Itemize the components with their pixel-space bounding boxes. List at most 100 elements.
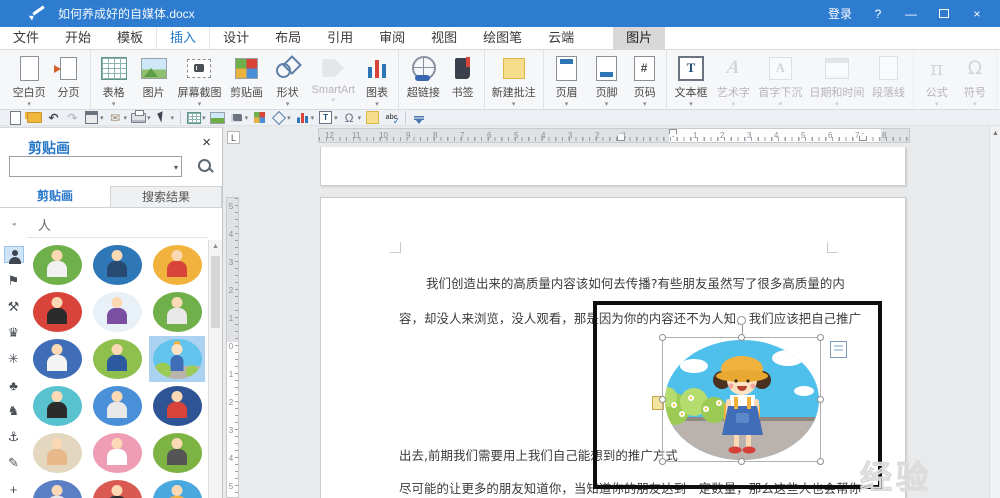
quickbar-item[interactable]: ▾: [295, 110, 315, 125]
rotation-handle[interactable]: [736, 316, 746, 325]
clipart-thumbnail-cell[interactable]: [149, 383, 205, 429]
clipart-thumbnail[interactable]: [32, 432, 82, 473]
quickbar-item[interactable]: ✉ ▾: [108, 110, 127, 125]
clipart-thumbnail-cell[interactable]: [29, 242, 85, 288]
clipart-thumbnail-cell[interactable]: [29, 430, 85, 476]
clipart-thumbnail[interactable]: [152, 244, 202, 285]
quickbar-item[interactable]: [365, 110, 380, 125]
menu-tab[interactable]: 设计: [210, 27, 262, 49]
clipart-search-box[interactable]: ▾: [9, 156, 182, 177]
tab-stop-selector[interactable]: L: [227, 131, 240, 144]
menu-tab[interactable]: 引用: [314, 27, 366, 49]
clipart-thumbnail[interactable]: [32, 291, 82, 332]
ribbon-button[interactable]: 艺术字 ▾: [712, 50, 754, 109]
clipart-thumbnail-cell[interactable]: [149, 242, 205, 288]
menu-tab[interactable]: 绘图笔: [470, 27, 535, 49]
menu-tab[interactable]: 布局: [262, 27, 314, 49]
clipart-category-icon[interactable]: ⚑: [4, 272, 24, 289]
clipart-thumbnail-cell[interactable]: [89, 383, 145, 429]
minimize-button[interactable]: —: [904, 7, 918, 21]
clipart-thumbnail-cell[interactable]: [89, 336, 145, 382]
document-text-line[interactable]: 容，却没人来浏览，没人观看，那是因为你的内容还不为人知，我们应该把自己推广: [399, 309, 861, 327]
resize-handle[interactable]: [817, 458, 824, 465]
ribbon-button[interactable]: SmartArt ▾: [308, 50, 359, 109]
quickbar-item[interactable]: [27, 110, 42, 125]
clipart-thumbnail-cell[interactable]: [149, 335, 205, 382]
menu-tab[interactable]: 插入: [156, 27, 211, 49]
panel-close-icon[interactable]: ×: [202, 135, 211, 151]
clipart-thumbnail-cell[interactable]: [29, 383, 85, 429]
clipart-thumbnail-cell[interactable]: [29, 336, 85, 382]
selected-image[interactable]: [659, 316, 847, 465]
help-button[interactable]: ?: [871, 7, 885, 21]
quickbar-item[interactable]: ▾: [131, 110, 151, 125]
clipart-search-input[interactable]: [12, 158, 167, 175]
clipart-thumbnail[interactable]: [32, 385, 82, 426]
clipart-thumbnail-cell[interactable]: [89, 289, 145, 335]
ribbon-button[interactable]: 符号 ▾: [957, 50, 998, 109]
ribbon-button[interactable]: 页脚 ▾: [587, 50, 627, 109]
ribbon-button[interactable]: 首字下沉 ▾: [754, 50, 806, 109]
quickbar-item[interactable]: [210, 110, 225, 125]
quickbar-item[interactable]: ↷: [65, 110, 80, 125]
panel-tab[interactable]: 剪贴画: [0, 186, 110, 207]
ribbon-button[interactable]: 表格 ▾: [94, 50, 134, 109]
ribbon-button[interactable]: 页眉 ▾: [547, 50, 587, 109]
document-text-line[interactable]: 尽可能的让更多的朋友知道你，当知道你的朋友达到一定数量，那么这些人也会帮你: [399, 479, 861, 497]
clipart-category-icon[interactable]: ✳: [4, 351, 24, 368]
ribbon-button[interactable]: 文本框 ▾: [670, 50, 712, 109]
ribbon-button[interactable]: 书签: [445, 50, 485, 109]
clipart-category-icon[interactable]: +: [4, 481, 24, 498]
search-dropdown-icon[interactable]: ▾: [174, 163, 178, 172]
quickbar-item[interactable]: Ω ▾: [342, 110, 362, 125]
clipart-thumbnail[interactable]: [152, 385, 202, 426]
panel-scrollbar[interactable]: ▲: [208, 240, 222, 498]
clipart-thumbnail-cell[interactable]: [89, 430, 145, 476]
ribbon-button[interactable]: 空白页 ▾: [8, 50, 50, 109]
ribbon-button[interactable]: 屏幕截图 ▾: [174, 50, 226, 109]
clipart-thumbnail-cell[interactable]: [149, 477, 205, 498]
ribbon-button[interactable]: 新建批注 ▾: [488, 50, 544, 109]
quickbar-item[interactable]: [180, 111, 182, 124]
scroll-up-icon[interactable]: ▲: [992, 130, 999, 137]
quickbar-item[interactable]: ▾: [229, 110, 249, 125]
clipart-thumbnail[interactable]: [92, 432, 142, 473]
clipart-thumbnail[interactable]: [92, 479, 142, 498]
clipart-thumbnail-cell[interactable]: [89, 242, 145, 288]
clipart-thumbnail[interactable]: [32, 479, 82, 498]
menu-tab[interactable]: 文件: [0, 27, 52, 49]
quickbar-item[interactable]: [405, 111, 407, 124]
ribbon-button[interactable]: 形状 ▾: [268, 50, 308, 109]
resize-handle[interactable]: [817, 395, 824, 403]
clipart-category-icon[interactable]: [3, 246, 24, 265]
layout-options-button[interactable]: [830, 341, 847, 358]
menu-tab[interactable]: 云端: [535, 27, 587, 49]
clipart-thumbnail-cell[interactable]: [149, 430, 205, 476]
clipart-thumbnail-cell[interactable]: [89, 477, 145, 498]
document-page-previous[interactable]: [320, 147, 906, 186]
scroll-up-icon[interactable]: ▲: [212, 243, 219, 250]
ribbon-button[interactable]: 段落线: [867, 50, 914, 109]
clipart-thumbnail[interactable]: [152, 338, 202, 379]
resize-handle[interactable]: [737, 458, 745, 465]
panel-tab[interactable]: 搜索结果: [110, 186, 222, 207]
clipart-thumbnail[interactable]: [152, 479, 202, 498]
clipart-thumbnail-cell[interactable]: [29, 477, 85, 498]
clipart-category-icon[interactable]: ♞: [4, 403, 24, 420]
menu-tab[interactable]: 审阅: [366, 27, 418, 49]
resize-handle[interactable]: [817, 334, 824, 341]
quickbar-item[interactable]: ▾: [318, 110, 338, 125]
resize-handle[interactable]: [659, 334, 666, 341]
clipart-category-icon[interactable]: ♣: [4, 377, 24, 394]
menu-tab[interactable]: 开始: [52, 27, 104, 49]
search-icon[interactable]: [197, 158, 214, 175]
menu-tab[interactable]: 图片: [613, 27, 666, 49]
clipart-thumbnail-cell[interactable]: [29, 289, 85, 335]
category-collapse-icon[interactable]: ◂: [12, 220, 16, 228]
menu-tab[interactable]: 视图: [418, 27, 470, 49]
ribbon-button[interactable]: 剪贴画: [225, 50, 267, 109]
document-text-line[interactable]: 出去,前期我们需要用上我们自己能想到的推广方式: [399, 446, 678, 464]
quickbar-item[interactable]: [252, 110, 267, 125]
clipart-category-icon[interactable]: ⚓: [4, 429, 24, 446]
clipart-category-icon[interactable]: ⚒: [4, 298, 24, 315]
